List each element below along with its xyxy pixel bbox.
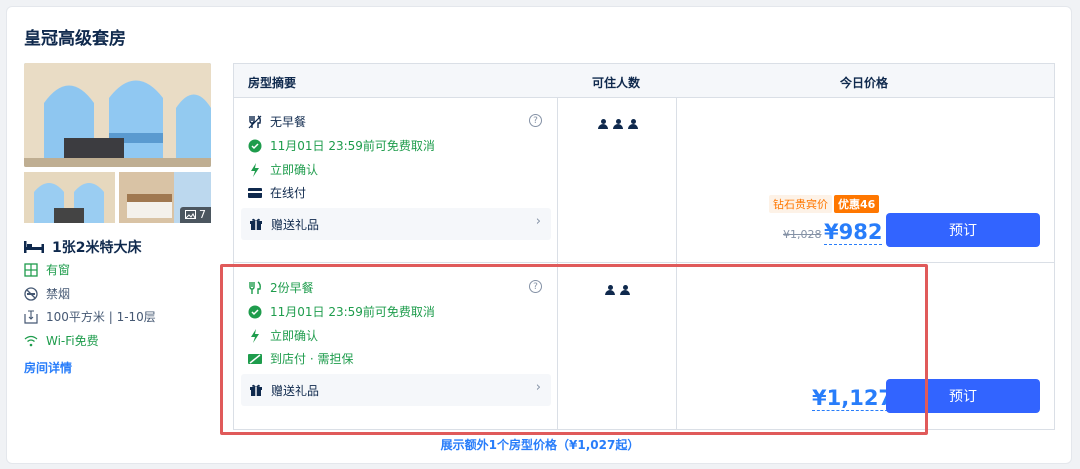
feature-label: 有窗 (46, 263, 71, 277)
gift-icon (249, 383, 263, 397)
help-icon[interactable]: ? (529, 114, 542, 127)
row1-confirm: 立即确认 (248, 161, 318, 178)
photo-count: 7 (199, 208, 206, 221)
room-photo-thumb-1[interactable] (24, 172, 115, 223)
row1-price: ¥982 (824, 220, 883, 245)
gift-label: 赠送礼品 (271, 383, 320, 398)
vip-price-badge: 钻石贵宾价 (769, 195, 832, 213)
divider (676, 98, 677, 430)
divider (557, 98, 558, 430)
bed-info: 1张2米特大床 (24, 237, 141, 257)
help-icon[interactable]: ? (529, 280, 542, 293)
check-circle-icon (248, 139, 262, 153)
feature-label: Wi-Fi免费 (46, 334, 99, 348)
feature-label: 100平方米 | 1-10层 (46, 310, 156, 324)
person-icon (598, 119, 608, 129)
window-icon (24, 262, 38, 277)
show-more-label[interactable]: 展示额外1个房型价格（¥1,027起） (441, 438, 640, 452)
row-divider (234, 262, 1054, 263)
no-breakfast-icon (248, 114, 262, 129)
gift-label: 赠送礼品 (271, 217, 320, 232)
chevron-right-icon: › (535, 214, 541, 229)
gift-icon (249, 217, 263, 231)
row2-confirm: 立即确认 (248, 327, 318, 344)
person-icon (605, 285, 615, 295)
person-icon (628, 119, 638, 129)
image-icon (185, 210, 196, 219)
feature-area-floor: 100平方米 | 1-10层 (24, 308, 156, 325)
confirm-label: 立即确认 (270, 163, 319, 177)
rate-table: 房型摘要 可住人数 今日价格 无早餐 ? 11月01日 23:59前可免费取消 … (233, 63, 1055, 430)
row1-meal: 无早餐 (248, 113, 306, 130)
cancel-label: 11月01日 23:59前可免费取消 (270, 305, 435, 319)
row1-occupancy (598, 119, 638, 129)
book-button[interactable]: 预订 (886, 213, 1040, 247)
original-price: ¥1,028 (783, 228, 822, 241)
bed-icon (24, 241, 44, 253)
pay-at-hotel-icon (248, 353, 262, 365)
bed-label: 1张2米特大床 (52, 240, 142, 256)
room-title: 皇冠高级套房 (24, 29, 126, 49)
row1-payment: 在线付 (248, 184, 306, 201)
photo-count-badge[interactable]: 7 (180, 207, 211, 223)
book-button[interactable]: 预订 (886, 379, 1040, 413)
payment-label: 到店付 · 需担保 (270, 352, 354, 366)
show-more-rates-link[interactable]: 展示额外1个房型价格（¥1,027起） (0, 436, 1080, 453)
check-circle-icon (248, 305, 262, 319)
header-summary: 房型摘要 (248, 76, 297, 90)
card-icon (248, 187, 262, 199)
chevron-right-icon: › (535, 380, 541, 395)
row2-gift[interactable]: 赠送礼品 › (241, 374, 551, 406)
confirm-label: 立即确认 (270, 329, 319, 343)
row1-cancel: 11月01日 23:59前可免费取消 (248, 137, 435, 154)
header-price: 今日价格 (840, 76, 889, 90)
table-header: 房型摘要 可住人数 今日价格 (234, 64, 1054, 98)
feature-no-smoking: 禁烟 (24, 285, 70, 302)
header-occupancy: 可住人数 (592, 76, 641, 90)
payment-label: 在线付 (270, 186, 307, 200)
row2-occupancy (605, 285, 630, 295)
meal-label: 2份早餐 (270, 281, 314, 295)
no-smoking-icon (24, 286, 38, 301)
room-photo-main[interactable] (24, 63, 211, 167)
person-icon (613, 119, 623, 129)
meal-label: 无早餐 (270, 115, 307, 129)
breakfast-icon (248, 280, 262, 295)
cancel-label: 11月01日 23:59前可免费取消 (270, 139, 435, 153)
row2-price: ¥1,127 (812, 386, 894, 411)
row1-gift[interactable]: 赠送礼品 › (241, 208, 551, 240)
wifi-icon (24, 335, 38, 347)
discount-badge: 优惠46 (834, 195, 880, 213)
feature-wifi: Wi-Fi免费 (24, 332, 99, 349)
feature-label: 禁烟 (46, 287, 71, 301)
area-icon (24, 309, 38, 324)
room-photo-thumb-2[interactable]: 7 (119, 172, 211, 223)
row2-cancel: 11月01日 23:59前可免费取消 (248, 303, 435, 320)
room-detail-link[interactable]: 房间详情 (24, 359, 72, 376)
feature-window: 有窗 (24, 261, 70, 278)
person-icon (620, 285, 630, 295)
row2-payment: 到店付 · 需担保 (248, 350, 353, 367)
lightning-icon (248, 162, 262, 177)
lightning-icon (248, 328, 262, 343)
row2-meal: 2份早餐 (248, 279, 314, 296)
